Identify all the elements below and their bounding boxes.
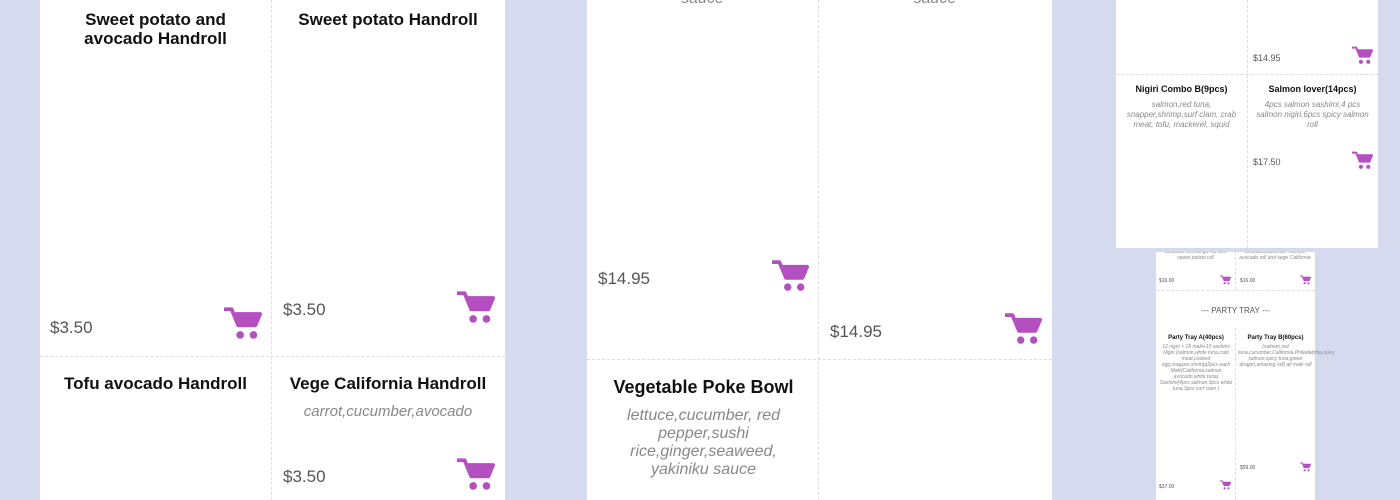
item-description: avocado roll,mango roll and sweet potato… [1164, 252, 1227, 261]
divider [1235, 328, 1236, 500]
add-to-cart-icon[interactable] [1220, 480, 1231, 490]
divider [587, 359, 1052, 360]
add-to-cart-icon[interactable] [1300, 462, 1311, 472]
item-description: sauce [587, 0, 818, 8]
item-description: salmon,red tuna, snapper,shrimp,surf cla… [1126, 100, 1237, 129]
add-to-cart-icon[interactable] [1220, 275, 1231, 285]
item-description: sauce [818, 0, 1052, 8]
item-price: $14.95 [598, 269, 650, 288]
item-title: Party Tray A(40pcs) [1168, 335, 1224, 341]
menu-card: sauce sauce $14.95 $14.95 Vegetable Poke… [587, 0, 1052, 500]
add-to-cart-icon[interactable] [457, 290, 495, 325]
item-title: Salmon lover(14pcs) [1268, 84, 1357, 94]
item-title: Tofu avocado Handroll [64, 374, 247, 393]
menu-card: avocado roll,mango roll and sweet potato… [1156, 252, 1335, 500]
menu-panel-party-trays: avocado roll,mango roll and sweet potato… [1094, 252, 1400, 500]
item-title: Sweet potato Handroll [298, 10, 478, 29]
item-price: $14.95 [1253, 53, 1281, 63]
add-to-cart-icon[interactable] [457, 457, 495, 492]
divider [40, 356, 505, 357]
menu-item: Sweet potato Handroll [281, 10, 495, 29]
divider [818, 0, 819, 500]
menu-item: Salmon lover(14pcs) 4pcs salmon sashimi,… [1252, 84, 1373, 130]
menu-card: $14.95 Nigiri Combo B(9pcs) salmon,red t… [1116, 0, 1378, 248]
menu-item: Nigiri Combo B(9pcs) salmon,red tuna, sn… [1122, 84, 1241, 130]
item-description: avocado,cucumber roll,tofu avocado roll … [1239, 252, 1311, 261]
menu-item: Party Tray B(60pcs) (salmon,red tuna,cuc… [1238, 334, 1335, 368]
item-price: $3.50 [283, 467, 326, 486]
item-title: Vege California Handroll [289, 374, 487, 393]
item-price: $3.50 [50, 318, 93, 337]
divider [1156, 290, 1315, 291]
divider [1235, 252, 1236, 290]
menu-panel-poke-bowls: sauce sauce $14.95 $14.95 Vegetable Poke… [547, 0, 1090, 500]
item-title: Party Tray B(60pcs) [1247, 335, 1304, 341]
divider [1116, 74, 1378, 75]
section-title: --- PARTY TRAY --- [1201, 306, 1270, 315]
item-price: $59.00 [1240, 465, 1256, 471]
item-title: Nigiri Combo B(9pcs) [1135, 84, 1228, 94]
item-price: $14.95 [830, 322, 882, 341]
item-price: $17.50 [1253, 157, 1281, 167]
menu-item: Tofu avocado Handroll [50, 374, 261, 393]
add-to-cart-icon[interactable] [224, 306, 262, 341]
add-to-cart-icon[interactable] [1352, 46, 1373, 65]
divider [1247, 0, 1248, 248]
add-to-cart-icon[interactable] [772, 259, 809, 293]
item-title: Vegetable Poke Bowl [613, 377, 794, 397]
item-description: 12 nigiri + 18 maki+10 sashimi Nigiri (s… [1159, 344, 1233, 392]
item-description: 4pcs salmon sashimi,4 pcs salmon nigiri,… [1256, 100, 1369, 129]
item-description: carrot,cucumber,avocado [303, 403, 473, 420]
menu-item: Vege California Handroll carrot,cucumber… [281, 374, 495, 420]
menu-item: Vegetable Poke Bowl lettuce,cucumber, re… [601, 377, 806, 479]
item-description: (salmon,red tuna,cucumber,California,Phi… [1238, 344, 1335, 368]
add-to-cart-icon[interactable] [1005, 312, 1042, 346]
item-description: lettuce,cucumber, red pepper,sushi rice,… [627, 407, 780, 478]
item-price: $16.00 [1159, 278, 1175, 284]
item-title: Sweet potato and avocado Handroll [84, 10, 227, 48]
add-to-cart-icon[interactable] [1300, 275, 1311, 285]
menu-panel-combos: $14.95 Nigiri Combo B(9pcs) salmon,red t… [1094, 0, 1400, 248]
item-price: $3.50 [283, 300, 326, 319]
menu-card: Sweet potato and avocado Handroll $3.50 … [40, 0, 505, 500]
menu-item: Party Tray A(40pcs) 12 nigiri + 18 maki+… [1159, 334, 1233, 392]
item-price: $37.00 [1159, 484, 1175, 490]
divider [271, 0, 272, 500]
item-price: $16.00 [1240, 278, 1256, 284]
menu-item: Sweet potato and avocado Handroll [50, 10, 261, 48]
add-to-cart-icon[interactable] [1352, 151, 1373, 170]
menu-panel-handrolls: Sweet potato and avocado Handroll $3.50 … [0, 0, 543, 500]
